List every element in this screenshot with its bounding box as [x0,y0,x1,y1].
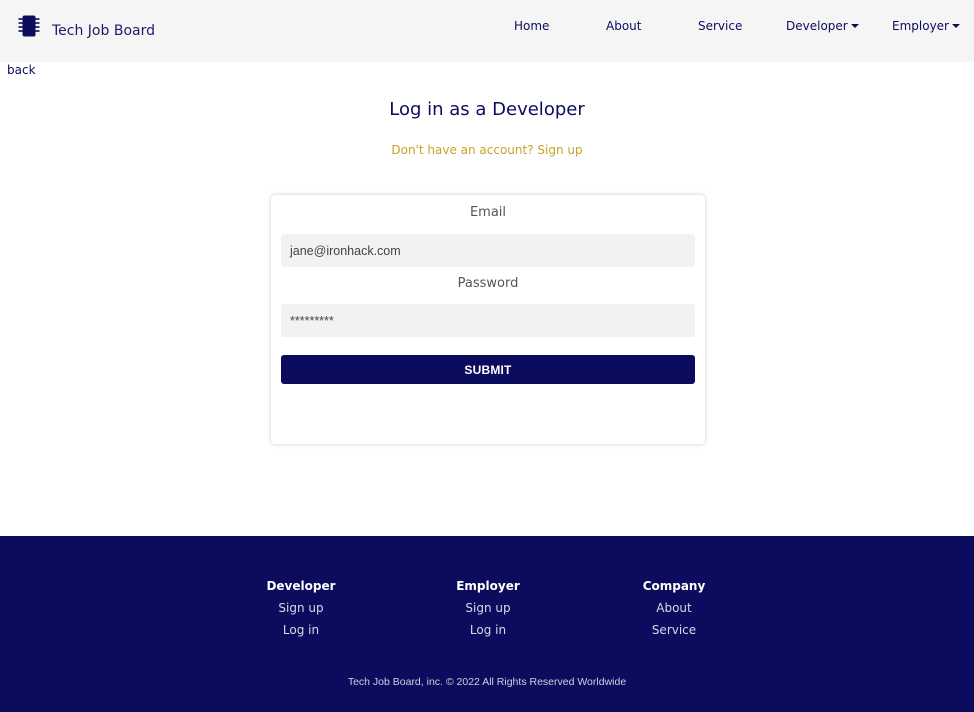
footer-employer-login-link[interactable]: Log in [428,624,548,637]
caret-down-icon [850,24,859,28]
login-form: Email jane@ironhack.com Password *******… [271,195,705,444]
nav-service[interactable]: Service [698,19,742,33]
nav-developer-label: Developer [786,19,848,33]
footer-employer-column: Employer Sign up Log in [428,579,548,637]
submit-button[interactable]: SUBMIT [281,355,695,384]
nav-developer-dropdown[interactable]: Developer [786,19,859,33]
footer-employer-heading: Employer [456,579,520,593]
page-title: Log in as a Developer [389,99,585,120]
back-link[interactable]: back [7,63,36,77]
footer-company-heading: Company [642,579,706,593]
nav-home[interactable]: Home [514,19,549,33]
footer-service-link[interactable]: Service [614,624,734,637]
nav-about[interactable]: About [606,19,641,33]
footer-company-column: Company About Service [614,579,734,637]
password-label: Password [457,276,519,291]
caret-down-icon [951,24,960,28]
footer-about-link[interactable]: About [614,602,734,615]
copyright-text: Tech Job Board, inc. © 2022 All Rights R… [347,676,627,688]
nav-employer-label: Employer [892,19,949,33]
nav-employer-dropdown[interactable]: Employer [892,19,960,33]
password-field[interactable]: ********* [281,304,695,337]
footer-developer-column: Developer Sign up Log in [241,579,361,637]
footer: Developer Sign up Log in Employer Sign u… [0,536,974,712]
footer-developer-heading: Developer [266,579,336,593]
chip-icon [17,14,41,43]
brand-link[interactable]: Tech Job Board [17,14,155,43]
footer-employer-signup-link[interactable]: Sign up [428,602,548,615]
navbar: Tech Job Board Home About Service Develo… [0,0,974,62]
footer-developer-login-link[interactable]: Log in [241,624,361,637]
email-label: Email [469,205,507,220]
email-field[interactable]: jane@ironhack.com [281,234,695,267]
signup-link[interactable]: Don't have an account? Sign up [0,143,974,157]
footer-developer-signup-link[interactable]: Sign up [241,602,361,615]
brand-name: Tech Job Board [52,22,155,39]
